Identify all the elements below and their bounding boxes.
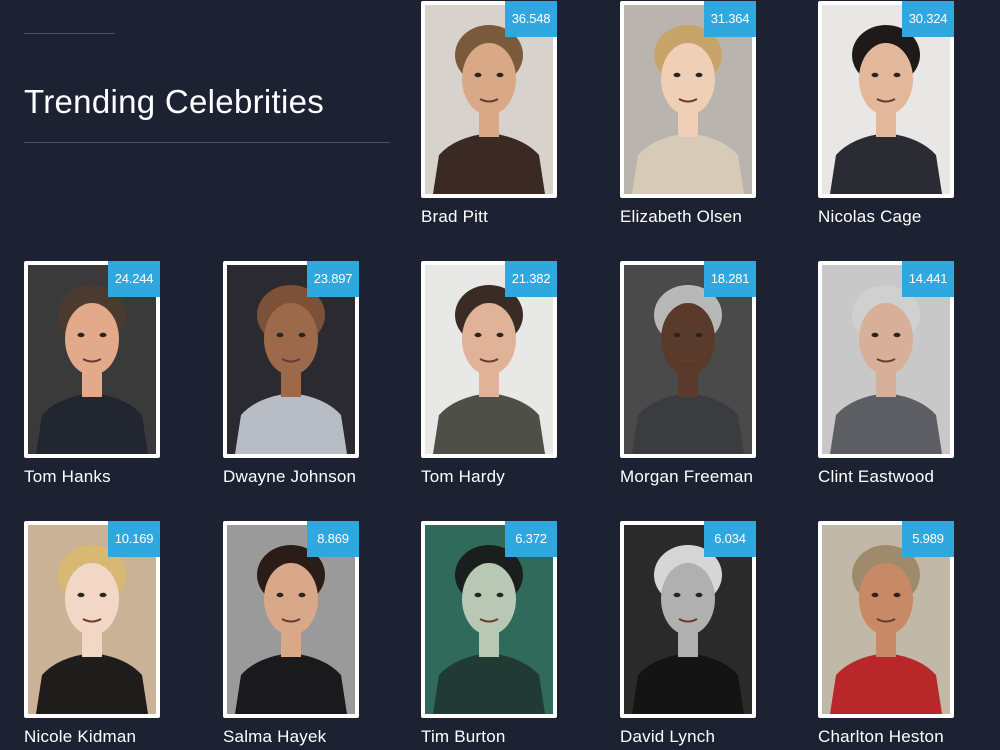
celebrity-name[interactable]: Morgan Freeman [620, 467, 753, 487]
popularity-score-badge: 31.364 [704, 1, 756, 37]
portrait-eye [871, 72, 879, 78]
celebrity-card-dwayne-johnson[interactable]: 23.897 Dwayne Johnson [223, 261, 359, 501]
popularity-score-badge: 6.372 [505, 521, 557, 557]
celebrity-card-nicolas-cage[interactable]: 30.324 Nicolas Cage [818, 1, 954, 241]
celebrity-name[interactable]: Clint Eastwood [818, 467, 934, 487]
portrait-eye [77, 592, 85, 598]
portrait-eye [871, 592, 879, 598]
celebrity-name[interactable]: David Lynch [620, 727, 715, 747]
celebrity-card-brad-pitt[interactable]: 36.548 Brad Pitt [421, 1, 557, 241]
portrait-eye [673, 72, 681, 78]
portrait-eye [893, 332, 901, 338]
popularity-score-badge: 21.382 [505, 261, 557, 297]
portrait-eye [99, 592, 107, 598]
popularity-score-badge: 36.548 [505, 1, 557, 37]
portrait-face [462, 43, 516, 115]
celebrity-name[interactable]: Nicole Kidman [24, 727, 136, 747]
popularity-score-badge: 10.169 [108, 521, 160, 557]
portrait-face [65, 563, 119, 635]
celebrity-card-tim-burton[interactable]: 6.372 Tim Burton [421, 521, 557, 750]
celebrity-card-morgan-freeman[interactable]: 18.281 Morgan Freeman [620, 261, 756, 501]
celebrity-name[interactable]: Nicolas Cage [818, 207, 922, 227]
portrait-face [661, 563, 715, 635]
portrait-eye [673, 332, 681, 338]
portrait-eye [474, 72, 482, 78]
celebrity-card-tom-hanks[interactable]: 24.244 Tom Hanks [24, 261, 160, 501]
portrait-face [859, 43, 913, 115]
portrait-eye [695, 592, 703, 598]
portrait-eye [276, 592, 284, 598]
portrait-eye [695, 332, 703, 338]
portrait-eye [893, 72, 901, 78]
title-top-divider [24, 33, 115, 34]
popularity-score-badge: 18.281 [704, 261, 756, 297]
portrait-eye [276, 332, 284, 338]
portrait-eye [77, 332, 85, 338]
portrait-face [264, 303, 318, 375]
celebrity-name[interactable]: Tim Burton [421, 727, 506, 747]
portrait-eye [99, 332, 107, 338]
popularity-score-badge: 5.989 [902, 521, 954, 557]
celebrity-name[interactable]: Elizabeth Olsen [620, 207, 742, 227]
portrait-eye [673, 592, 681, 598]
celebrity-card-david-lynch[interactable]: 6.034 David Lynch [620, 521, 756, 750]
portrait-face [462, 563, 516, 635]
popularity-score-badge: 24.244 [108, 261, 160, 297]
portrait-face [462, 303, 516, 375]
title-bottom-divider [24, 142, 390, 143]
celebrity-card-charlton-heston[interactable]: 5.989 Charlton Heston [818, 521, 954, 750]
celebrity-name[interactable]: Dwayne Johnson [223, 467, 356, 487]
popularity-score-badge: 6.034 [704, 521, 756, 557]
portrait-face [661, 43, 715, 115]
portrait-eye [496, 332, 504, 338]
portrait-eye [496, 72, 504, 78]
trending-page: Trending Celebrities 36.548 Brad Pitt 31… [0, 0, 1000, 750]
portrait-eye [695, 72, 703, 78]
portrait-eye [474, 592, 482, 598]
celebrity-card-tom-hardy[interactable]: 21.382 Tom Hardy [421, 261, 557, 501]
celebrity-name[interactable]: Tom Hardy [421, 467, 505, 487]
celebrity-name[interactable]: Charlton Heston [818, 727, 944, 747]
page-title: Trending Celebrities [24, 83, 325, 120]
popularity-score-badge: 14.441 [902, 261, 954, 297]
portrait-face [65, 303, 119, 375]
portrait-eye [298, 332, 306, 338]
portrait-eye [298, 592, 306, 598]
portrait-eye [893, 592, 901, 598]
celebrity-name[interactable]: Tom Hanks [24, 467, 111, 487]
celebrity-card-elizabeth-olsen[interactable]: 31.364 Elizabeth Olsen [620, 1, 756, 241]
celebrity-card-nicole-kidman[interactable]: 10.169 Nicole Kidman [24, 521, 160, 750]
title-block: Trending Celebrities [24, 0, 390, 200]
portrait-face [859, 563, 913, 635]
celebrity-card-clint-eastwood[interactable]: 14.441 Clint Eastwood [818, 261, 954, 501]
portrait-eye [496, 592, 504, 598]
portrait-eye [871, 332, 879, 338]
popularity-score-badge: 30.324 [902, 1, 954, 37]
portrait-face [859, 303, 913, 375]
portrait-eye [474, 332, 482, 338]
portrait-face [264, 563, 318, 635]
celebrity-name[interactable]: Salma Hayek [223, 727, 326, 747]
celebrity-card-salma-hayek[interactable]: 8.869 Salma Hayek [223, 521, 359, 750]
celebrity-name[interactable]: Brad Pitt [421, 207, 488, 227]
popularity-score-badge: 23.897 [307, 261, 359, 297]
popularity-score-badge: 8.869 [307, 521, 359, 557]
portrait-face [661, 303, 715, 375]
